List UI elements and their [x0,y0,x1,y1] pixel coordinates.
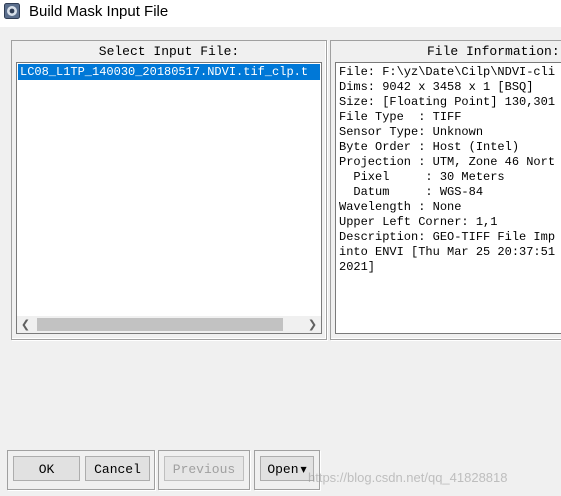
select-input-panel: Select Input File: LC08_L1TP_140030_2018… [11,40,327,340]
caret-down-icon: ▼ [300,465,307,475]
info-line: Size: [Floating Point] 130,301 [339,95,556,109]
info-line: File: F:\yz\Date\Cilp\NDVI-cli [339,65,556,79]
open-button[interactable]: Open ▼ [260,456,314,481]
info-line: Upper Left Corner: 1,1 [339,215,498,229]
chevron-right-icon[interactable]: ❯ [304,316,321,333]
list-item-selected-file[interactable]: LC08_L1TP_140030_20180517.NDVI.tif_clp.t [18,64,320,80]
info-line: Byte Order : Host (Intel) [339,140,520,154]
window-title: Build Mask Input File [29,3,169,20]
file-information-header: File Information: [427,44,560,59]
select-input-header: Select Input File: [98,44,240,59]
info-line: into ENVI [Thu Mar 25 20:37:51 [339,245,556,259]
info-line: 2021] [339,260,376,274]
envi-app-icon [4,3,20,19]
info-line: Datum : WGS-84 [339,185,484,199]
ok-cancel-group: OK Cancel [7,450,155,490]
info-line: Sensor Type: Unknown [339,125,484,139]
title-bar: Build Mask Input File [0,0,561,27]
info-line: Wavelength : None [339,200,462,214]
file-list[interactable]: LC08_L1TP_140030_20180517.NDVI.tif_clp.t… [16,62,322,334]
info-line: Description: GEO-TIFF File Imp [339,230,556,244]
open-button-label: Open [267,462,299,477]
horizontal-scrollbar[interactable]: ❮ ❯ [17,316,321,333]
info-line: Dims: 9042 x 3458 x 1 [BSQ] [339,80,534,94]
ok-button[interactable]: OK [13,456,80,481]
previous-button[interactable]: Previous [164,456,244,481]
dialog-body: Select Input File: LC08_L1TP_140030_2018… [0,27,561,496]
scrollbar-thumb[interactable] [37,318,283,331]
file-information-text: File: F:\yz\Date\Cilp\NDVI-cli Dims: 904… [336,63,561,275]
file-information-text-area: File: F:\yz\Date\Cilp\NDVI-cli Dims: 904… [335,62,561,334]
info-line: Projection : UTM, Zone 46 Nort [339,155,556,169]
previous-group: Previous [158,450,250,490]
info-line: File Type : TIFF [339,110,462,124]
info-line: Pixel : 30 Meters [339,170,505,184]
chevron-left-icon[interactable]: ❮ [17,316,34,333]
file-information-panel: File Information: File: F:\yz\Date\Cilp\… [330,40,561,340]
watermark: https://blog.csdn.net/qq_41828818 [308,470,508,485]
cancel-button[interactable]: Cancel [85,456,150,481]
